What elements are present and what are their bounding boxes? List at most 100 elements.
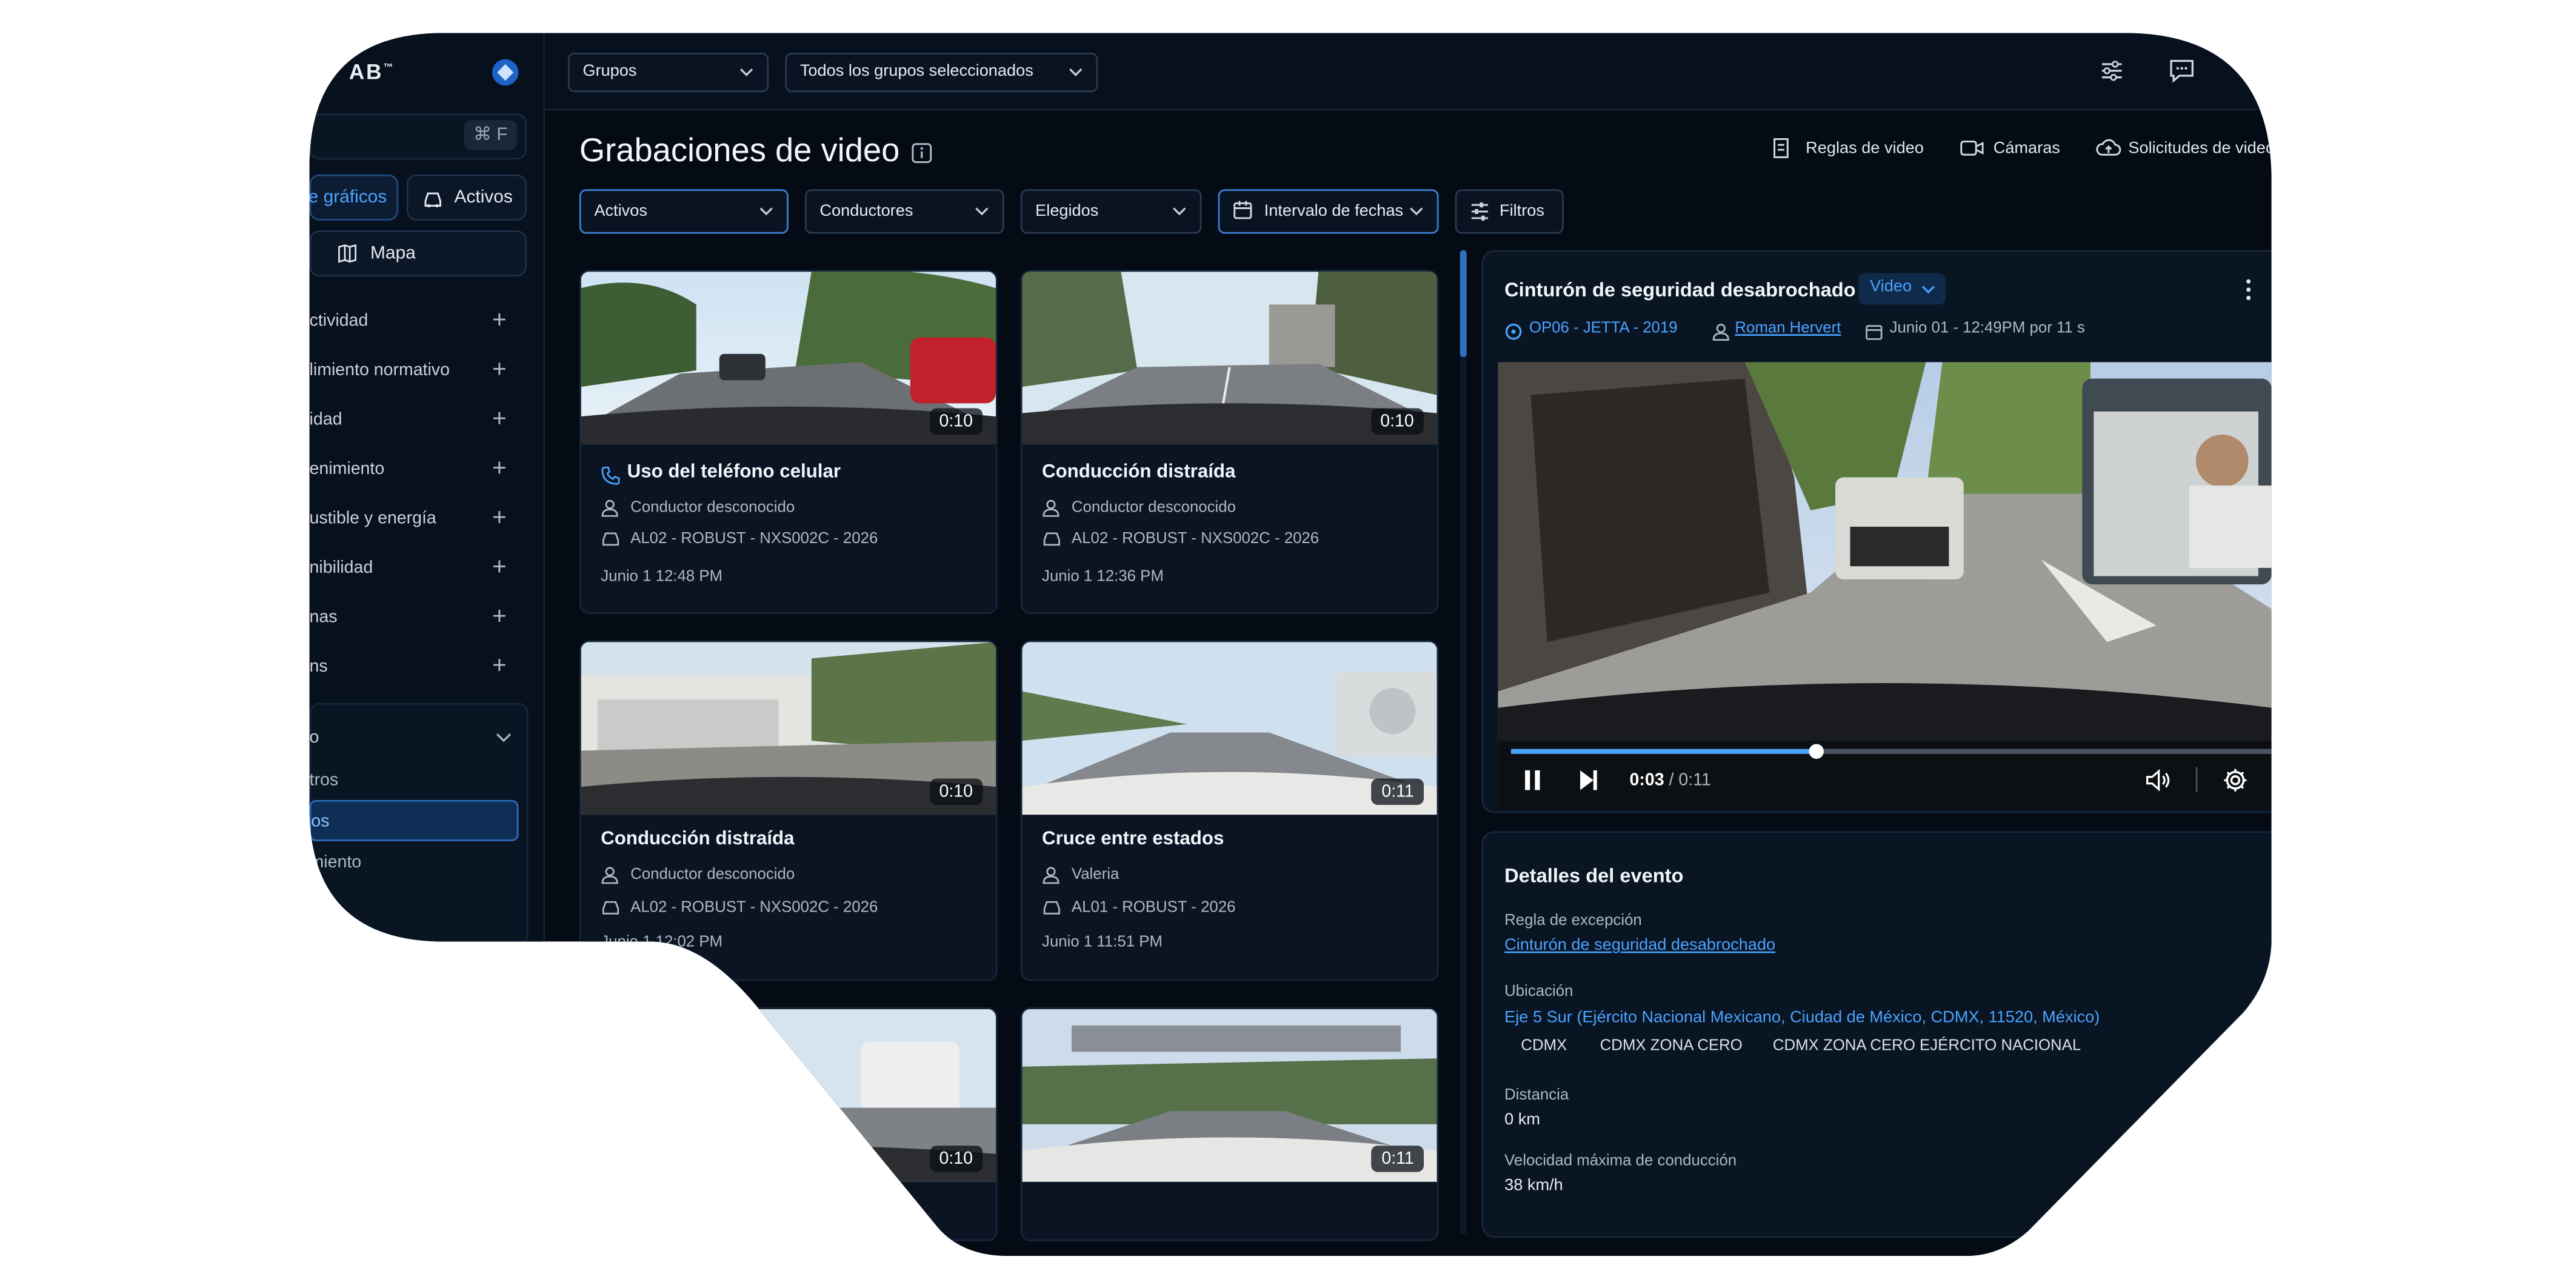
groups-value-select[interactable]: Todos los grupos seleccionados — [785, 53, 1098, 92]
event-driver-link[interactable]: Roman Hervert — [1735, 319, 1841, 338]
duration-badge: 0:10 — [929, 408, 983, 434]
chevron-down-icon — [1409, 191, 1424, 249]
info-icon[interactable] — [910, 142, 933, 173]
video-thumbnail[interactable]: 0:10 — [581, 272, 996, 444]
expand-plugins-icon[interactable]: + — [492, 655, 507, 678]
recording-vehicle: AL01 - ROBUST - 2026 — [1071, 898, 1236, 917]
distance-value: 0 km — [1504, 1111, 1541, 1129]
chevron-down-icon — [1172, 191, 1187, 249]
nav-item-safety[interactable]: idad — [310, 410, 342, 430]
cloud-request-icon — [2095, 136, 2121, 168]
page-title: Grabaciones de video — [579, 133, 900, 170]
collapse-sidebar-icon[interactable] — [492, 59, 518, 85]
duration-badge: 0:11 — [1372, 779, 1424, 805]
video-requests-link[interactable]: Solicitudes de video — [2128, 140, 2275, 158]
distance-label: Distancia — [1504, 1086, 1569, 1105]
chevron-down-icon — [739, 55, 753, 104]
nav-item-systems[interactable]: nas — [310, 607, 338, 627]
event-details-panel — [1481, 831, 2275, 1238]
recording-card[interactable]: 0:10 — [579, 1007, 998, 1241]
video-thumbnail[interactable]: 0:10 — [581, 642, 996, 815]
assets-filter[interactable]: Activos — [579, 189, 789, 233]
recording-title: Uso del teléfono celular — [627, 462, 841, 482]
duration-badge: 0:10 — [929, 779, 983, 805]
video-thumbnail[interactable]: 0:11 — [1022, 1009, 1436, 1182]
expand-safety-icon[interactable]: + — [492, 408, 507, 431]
rule-link[interactable]: Cinturón de seguridad desabrochado — [1504, 936, 1775, 955]
location-label: Ubicación — [1504, 983, 1573, 1001]
car-icon — [1042, 530, 1062, 553]
recording-card[interactable]: 0:10 Conducción distraída Conductor desc… — [579, 640, 998, 981]
divider — [2196, 767, 2198, 792]
expand-compliance-icon[interactable]: + — [492, 359, 507, 382]
video-thumbnail[interactable]: 0:10 — [1022, 272, 1436, 444]
user-icon — [601, 866, 619, 889]
recording-vehicle: AL02 - ROBUST - NXS002C - 2026 — [630, 898, 878, 917]
phone-icon — [601, 464, 621, 494]
more-options-icon[interactable] — [2238, 276, 2258, 311]
chevron-down-icon — [1068, 55, 1083, 104]
nav-item-activity[interactable]: ctividad — [310, 311, 369, 331]
speed-label: Velocidad máxima de conducción — [1504, 1152, 1737, 1170]
recording-vehicle: AL02 - ROBUST - NXS002C - 2026 — [630, 530, 878, 549]
sliders-icon[interactable] — [2099, 58, 2125, 92]
video-badge[interactable]: Video — [1858, 273, 1946, 305]
nav-section-video[interactable]: o — [310, 727, 319, 747]
sub-item-configuration[interactable]: ión — [310, 892, 333, 912]
progress-fill — [1511, 749, 1815, 754]
recording-card[interactable]: 0:10 Conducción distraída Conductor desc… — [1021, 270, 1439, 614]
expand-systems-icon[interactable]: + — [492, 606, 507, 629]
zone-chip: CDMX — [1521, 1036, 1567, 1055]
car-icon — [423, 176, 443, 236]
date-range-filter[interactable]: Intervalo de fechas — [1218, 189, 1439, 233]
video-thumbnail[interactable]: 0:10 — [581, 1009, 996, 1182]
map-button[interactable]: Mapa — [310, 230, 527, 276]
groups-select[interactable]: Grupos — [568, 53, 769, 92]
logo: AB™ — [349, 59, 395, 84]
sub-item-monitoring[interactable]: miento — [310, 853, 362, 873]
list-scrollbar[interactable] — [1460, 250, 1467, 1235]
expand-maintenance-icon[interactable]: + — [492, 458, 507, 481]
sub-item-videos-active[interactable]: os — [310, 800, 519, 841]
settings-gear-icon[interactable] — [2222, 767, 2248, 802]
user-icon — [1042, 499, 1060, 522]
chevron-down-icon[interactable] — [494, 726, 514, 756]
recording-date: Junio 1 11:51 PM — [1042, 933, 1163, 952]
recording-card[interactable]: 0:11 — [1021, 1007, 1439, 1241]
calendar-icon — [1233, 191, 1253, 249]
expand-fuel-icon[interactable]: + — [492, 507, 507, 530]
recording-card[interactable]: 0:10 Uso del teléfono celular Conductor … — [579, 270, 998, 614]
chosen-filter[interactable]: Elegidos — [1021, 189, 1202, 233]
skip-next-icon[interactable] — [1577, 769, 1600, 800]
nav-item-compliance[interactable]: limiento normativo — [310, 361, 450, 381]
rules-icon — [1769, 136, 1792, 168]
recording-title: Conducción distraída — [1042, 462, 1236, 482]
expand-sustainability-icon[interactable]: + — [492, 556, 507, 579]
video-rules-link[interactable]: Reglas de video — [1806, 140, 1924, 158]
zone-chip: CDMX ZONA CERO — [1600, 1036, 1743, 1055]
search-shortcut: ⌘ F — [464, 120, 517, 150]
assets-button[interactable]: Activos — [407, 175, 527, 221]
nav-item-maintenance[interactable]: enimiento — [310, 459, 385, 479]
list-scrollbar-thumb[interactable] — [1460, 250, 1467, 358]
location-link[interactable]: Eje 5 Sur (Ejército Nacional Mexicano, C… — [1504, 1009, 2100, 1027]
expand-activity-icon[interactable]: + — [492, 310, 507, 333]
event-vehicle-link[interactable]: OP06 - JETTA - 2019 — [1529, 319, 1678, 338]
pause-icon[interactable] — [1523, 769, 1543, 800]
volume-icon[interactable] — [2145, 767, 2171, 802]
user-icon — [601, 499, 619, 522]
vehicle-icon — [1504, 319, 1523, 349]
cameras-link[interactable]: Cámaras — [1994, 140, 2060, 158]
nav-item-plugins[interactable]: ns — [310, 657, 328, 677]
chat-icon[interactable] — [2168, 58, 2196, 92]
filters-button[interactable]: Filtros — [1455, 189, 1564, 233]
duration-badge: 0:10 — [1370, 408, 1424, 434]
nav-item-sustainability[interactable]: nibilidad — [310, 558, 373, 578]
drivers-filter[interactable]: Conductores — [805, 189, 1004, 233]
video-thumbnail[interactable]: 0:11 — [1022, 642, 1436, 815]
video-player[interactable] — [1498, 362, 2271, 810]
recording-card[interactable]: 0:11 Cruce entre estados Valeria AL01 - … — [1021, 640, 1439, 981]
charts-button[interactable]: de gráficos — [310, 175, 399, 221]
nav-item-fuel[interactable]: ustible y energía — [310, 509, 436, 529]
sub-item-filters[interactable]: tros — [310, 770, 339, 790]
